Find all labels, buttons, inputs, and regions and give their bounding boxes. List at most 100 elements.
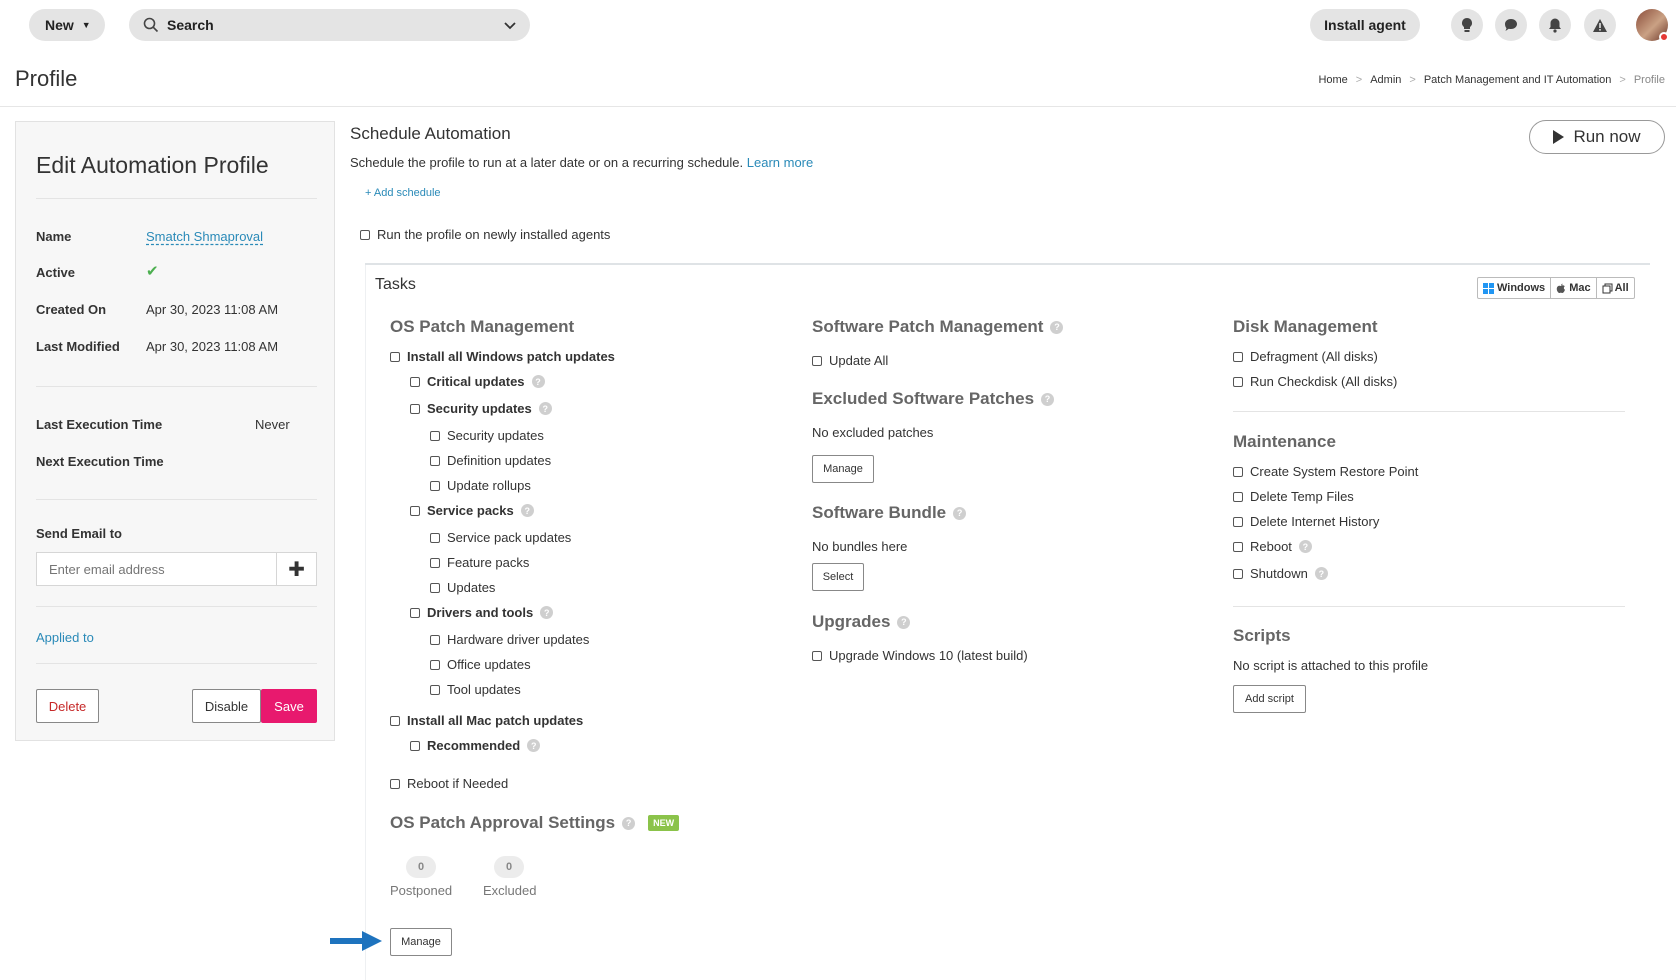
checkbox-box[interactable] xyxy=(1233,466,1243,477)
filter-windows[interactable]: Windows xyxy=(1478,278,1552,298)
alert-icon[interactable] xyxy=(1584,9,1616,41)
checkbox-box[interactable] xyxy=(410,505,420,516)
checkbox-box[interactable] xyxy=(360,229,370,240)
checkbox-box[interactable] xyxy=(390,351,400,362)
breadcrumb-home[interactable]: Home xyxy=(1318,74,1347,86)
help-icon[interactable]: ? xyxy=(1314,567,1328,580)
install-agent-button[interactable]: Install agent xyxy=(1310,9,1420,41)
chat-icon[interactable] xyxy=(1495,9,1527,41)
checkbox-label: Install all Mac patch updates xyxy=(407,713,584,728)
updates-checkbox[interactable]: Updates xyxy=(430,580,495,595)
add-email-button[interactable]: ✚ xyxy=(276,553,316,585)
select-bundle-button[interactable]: Select xyxy=(812,563,864,591)
checkbox-box[interactable] xyxy=(390,715,400,726)
update-rollups-checkbox[interactable]: Update rollups xyxy=(430,478,531,493)
reboot-checkbox[interactable]: Reboot? xyxy=(1233,539,1312,554)
bell-icon[interactable] xyxy=(1539,9,1571,41)
checkbox-box[interactable] xyxy=(1233,351,1243,362)
tool-updates-checkbox[interactable]: Tool updates xyxy=(430,682,521,697)
install-windows-checkbox[interactable]: Install all Windows patch updates xyxy=(390,349,615,364)
add-schedule-link[interactable]: + Add schedule xyxy=(365,187,441,199)
checkbox-box[interactable] xyxy=(812,650,822,661)
checkbox-box[interactable] xyxy=(430,480,440,491)
run-now-button[interactable]: Run now xyxy=(1529,120,1665,154)
update-all-checkbox[interactable]: Update All xyxy=(812,353,888,368)
security-updates-checkbox[interactable]: Security updates? xyxy=(410,401,552,416)
reboot-if-needed-checkbox[interactable]: Reboot if Needed xyxy=(390,776,508,791)
checkbox-box[interactable] xyxy=(430,684,440,695)
help-icon[interactable]: ? xyxy=(1041,392,1055,406)
checkbox-box[interactable] xyxy=(1233,491,1243,502)
help-icon[interactable]: ? xyxy=(1298,540,1312,553)
delete-button[interactable]: Delete xyxy=(36,689,99,723)
avatar[interactable] xyxy=(1636,9,1669,42)
checkbox-box[interactable] xyxy=(410,376,420,387)
run-new-agents-checkbox[interactable]: Run the profile on newly installed agent… xyxy=(360,227,610,242)
checkbox-box[interactable] xyxy=(430,634,440,645)
checkbox-label: Definition updates xyxy=(447,453,552,468)
help-icon[interactable]: ? xyxy=(540,606,554,619)
applied-to-link[interactable]: Applied to xyxy=(36,630,94,645)
checkbox-box[interactable] xyxy=(410,740,420,751)
checkbox-box[interactable] xyxy=(430,430,440,441)
shutdown-checkbox[interactable]: Shutdown? xyxy=(1233,566,1328,581)
install-mac-checkbox[interactable]: Install all Mac patch updates xyxy=(390,713,583,728)
disable-button[interactable]: Disable xyxy=(192,689,261,723)
checkbox-box[interactable] xyxy=(430,455,440,466)
new-button[interactable]: New ▼ xyxy=(29,9,105,41)
checkbox-box[interactable] xyxy=(410,403,420,414)
divider xyxy=(1233,411,1625,412)
top-bar: New ▼ Search Install agent xyxy=(0,0,1676,50)
office-updates-checkbox[interactable]: Office updates xyxy=(430,657,531,672)
learn-more-link[interactable]: Learn more xyxy=(747,155,813,170)
filter-mac[interactable]: Mac xyxy=(1551,278,1597,298)
help-icon[interactable]: ? xyxy=(1050,320,1064,334)
email-field[interactable] xyxy=(37,553,277,585)
checkbox-box[interactable] xyxy=(812,355,822,366)
add-script-button[interactable]: Add script xyxy=(1233,685,1306,713)
critical-updates-checkbox[interactable]: Critical updates? xyxy=(410,374,545,389)
filter-all[interactable]: All xyxy=(1597,278,1634,298)
send-email-label: Send Email to xyxy=(36,526,122,541)
checkbox-box[interactable] xyxy=(430,557,440,568)
help-icon[interactable]: ? xyxy=(520,504,534,517)
defragment-checkbox[interactable]: Defragment (All disks) xyxy=(1233,349,1378,364)
help-icon[interactable]: ? xyxy=(531,375,545,388)
checkdisk-checkbox[interactable]: Run Checkdisk (All disks) xyxy=(1233,374,1397,389)
breadcrumb-patch-management[interactable]: Patch Management and IT Automation xyxy=(1424,74,1612,86)
help-icon[interactable]: ? xyxy=(527,739,541,752)
recommended-checkbox[interactable]: Recommended? xyxy=(410,738,541,753)
checkbox-box[interactable] xyxy=(430,582,440,593)
chevron-down-icon[interactable] xyxy=(502,17,518,33)
delete-internet-history-checkbox[interactable]: Delete Internet History xyxy=(1233,514,1379,529)
checkbox-box[interactable] xyxy=(1233,376,1243,387)
security-sub-checkbox[interactable]: Security updates xyxy=(430,428,544,443)
service-pack-updates-checkbox[interactable]: Service pack updates xyxy=(430,530,571,545)
service-packs-checkbox[interactable]: Service packs? xyxy=(410,503,534,518)
help-icon[interactable]: ? xyxy=(897,615,911,629)
checkbox-box[interactable] xyxy=(430,532,440,543)
help-icon[interactable]: ? xyxy=(622,816,636,830)
manage-approvals-button[interactable]: Manage xyxy=(390,928,452,956)
help-icon[interactable]: ? xyxy=(538,402,552,415)
checkbox-box[interactable] xyxy=(410,607,420,618)
delete-temp-files-checkbox[interactable]: Delete Temp Files xyxy=(1233,489,1354,504)
checkbox-box[interactable] xyxy=(1233,541,1243,552)
checkbox-box[interactable] xyxy=(1233,568,1243,579)
definition-updates-checkbox[interactable]: Definition updates xyxy=(430,453,551,468)
save-button[interactable]: Save xyxy=(261,689,317,723)
feature-packs-checkbox[interactable]: Feature packs xyxy=(430,555,529,570)
lightbulb-icon[interactable] xyxy=(1451,9,1483,41)
help-icon[interactable]: ? xyxy=(953,506,967,520)
restore-point-checkbox[interactable]: Create System Restore Point xyxy=(1233,464,1418,479)
checkbox-box[interactable] xyxy=(430,659,440,670)
upgrade-windows-checkbox[interactable]: Upgrade Windows 10 (latest build) xyxy=(812,648,1028,663)
search-input[interactable]: Search xyxy=(129,9,530,41)
manage-excluded-button[interactable]: Manage xyxy=(812,455,874,483)
checkbox-box[interactable] xyxy=(1233,516,1243,527)
breadcrumb-admin[interactable]: Admin xyxy=(1370,74,1401,86)
hardware-driver-updates-checkbox[interactable]: Hardware driver updates xyxy=(430,632,589,647)
checkbox-box[interactable] xyxy=(390,778,400,789)
profile-name-field[interactable]: Smatch Shmaproval xyxy=(146,229,263,244)
drivers-tools-checkbox[interactable]: Drivers and tools? xyxy=(410,605,554,620)
